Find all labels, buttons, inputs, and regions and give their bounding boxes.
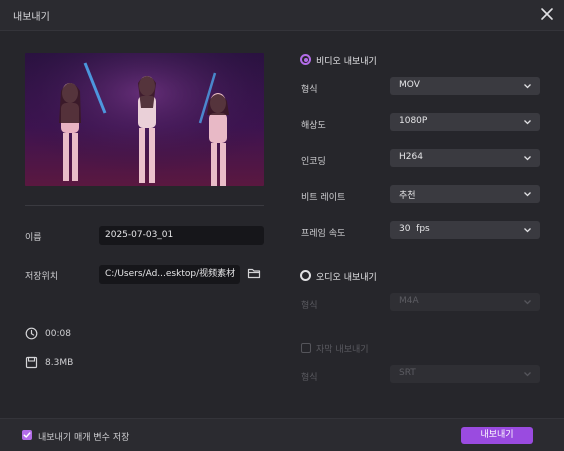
location-input[interactable]: C:/Users/Ad...esktop/视频素材 bbox=[99, 265, 240, 284]
remember-settings-label: 내보내기 매개 변수 저장 bbox=[38, 433, 130, 443]
framerate-value: 30 fps bbox=[399, 224, 430, 234]
name-input[interactable]: 2025-07-03_01 bbox=[99, 226, 264, 245]
disk-icon bbox=[25, 356, 38, 369]
resolution-label: 해상도 bbox=[301, 121, 326, 131]
clock-icon bbox=[25, 327, 38, 340]
title-bar: 내보내기 bbox=[0, 0, 564, 31]
format-select[interactable]: MOV bbox=[390, 77, 540, 95]
video-preview bbox=[25, 53, 264, 186]
chevron-down-icon bbox=[524, 192, 531, 197]
dialog-title: 내보내기 bbox=[13, 12, 50, 23]
bitrate-value: 추천 bbox=[399, 191, 416, 201]
bitrate-select[interactable]: 추천 bbox=[390, 185, 540, 203]
framerate-label: 프레임 속도 bbox=[301, 229, 346, 239]
format-label: 형식 bbox=[301, 85, 318, 95]
remember-settings-checkbox[interactable] bbox=[22, 430, 32, 440]
resolution-select[interactable]: 1080P bbox=[390, 113, 540, 131]
audio-export-radio[interactable] bbox=[300, 270, 311, 281]
subtitle-format-label: 형식 bbox=[301, 373, 318, 383]
footer-bar: 내보내기 매개 변수 저장 내보내기 bbox=[0, 418, 564, 451]
format-value: MOV bbox=[399, 80, 420, 90]
video-export-radio[interactable] bbox=[300, 54, 311, 65]
audio-export-label: 오디오 내보내기 bbox=[316, 273, 377, 283]
subtitle-format-value: SRT bbox=[399, 368, 416, 378]
chevron-down-icon bbox=[524, 228, 531, 233]
chevron-down-icon bbox=[524, 156, 531, 161]
chevron-down-icon bbox=[524, 300, 531, 305]
framerate-select[interactable]: 30 fps bbox=[390, 221, 540, 239]
audio-format-select: M4A bbox=[390, 293, 540, 311]
subtitle-export-checkbox bbox=[301, 343, 311, 353]
audio-format-label: 형식 bbox=[301, 301, 318, 311]
chevron-down-icon bbox=[524, 372, 531, 377]
duration-value: 00:08 bbox=[45, 329, 71, 339]
folder-icon[interactable] bbox=[247, 266, 261, 280]
resolution-value: 1080P bbox=[399, 116, 428, 126]
encoding-value: H264 bbox=[399, 152, 423, 162]
video-export-label: 비디오 내보내기 bbox=[316, 57, 377, 67]
subtitle-export-label: 자막 내보내기 bbox=[316, 345, 369, 355]
audio-format-value: M4A bbox=[399, 296, 419, 306]
subtitle-format-select: SRT bbox=[390, 365, 540, 383]
location-label: 저장위치 bbox=[25, 272, 59, 282]
bitrate-label: 비트 레이트 bbox=[301, 193, 346, 203]
chevron-down-icon bbox=[524, 120, 531, 125]
chevron-down-icon bbox=[524, 84, 531, 89]
close-icon[interactable] bbox=[538, 5, 556, 23]
size-value: 8.3MB bbox=[45, 358, 74, 368]
encoding-select[interactable]: H264 bbox=[390, 149, 540, 167]
export-button[interactable]: 내보내기 bbox=[461, 427, 533, 444]
left-divider bbox=[25, 205, 264, 206]
checkmark-icon bbox=[23, 432, 31, 438]
preview-image bbox=[25, 53, 264, 186]
export-dialog: 내보내기 이름 2025-07-03_01 저장위치 C:/Users/Ad..… bbox=[0, 0, 564, 451]
name-label: 이름 bbox=[25, 233, 42, 243]
encoding-label: 인코딩 bbox=[301, 157, 326, 167]
